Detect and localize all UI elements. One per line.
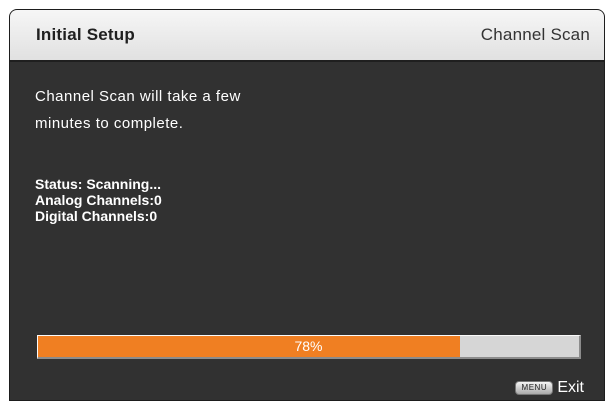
screen-name: Channel Scan <box>480 25 590 44</box>
digital-channels-count: Digital Channels:0 <box>35 208 158 224</box>
scan-status: Status: Scanning... <box>35 176 162 192</box>
scan-message-line-2: minutes to complete. <box>35 115 184 132</box>
scan-status-block: Status: Scanning... Analog Channels:0 Di… <box>35 176 162 224</box>
page-title: Initial Setup <box>36 25 135 44</box>
panel-header: Initial Setup Channel Scan <box>10 10 604 62</box>
menu-key-icon: MENU <box>515 381 554 395</box>
analog-channels-count: Analog Channels:0 <box>35 192 162 208</box>
exit-hint[interactable]: MENU Exit <box>515 378 584 398</box>
scan-progress-bar: 78% <box>37 335 581 359</box>
channel-scan-panel: Initial Setup Channel Scan Channel Scan … <box>10 10 604 400</box>
scan-message: Channel Scan will take a few minutes to … <box>35 83 375 137</box>
scan-message-line-1: Channel Scan will take a few <box>35 88 241 105</box>
scan-progress-label: 78% <box>294 338 323 354</box>
exit-label: Exit <box>557 379 584 396</box>
